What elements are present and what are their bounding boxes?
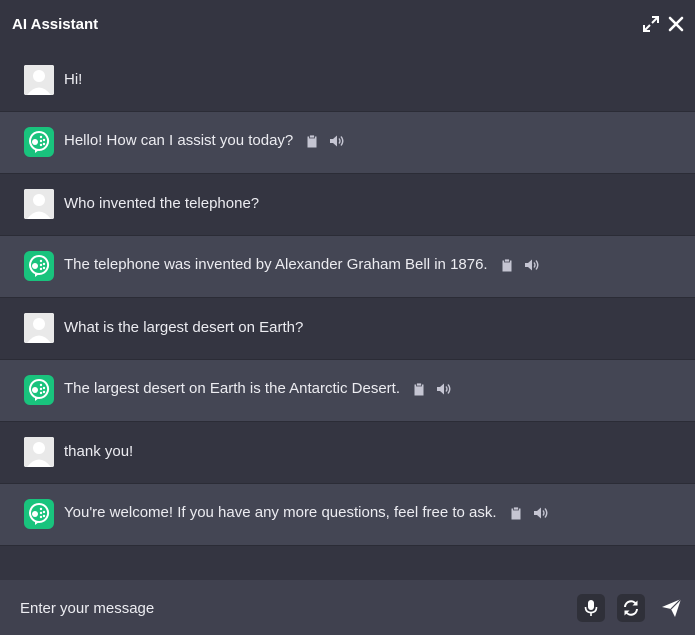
- assistant-message: The largest desert on Earth is the Antar…: [0, 360, 695, 422]
- speaker-icon[interactable]: [533, 506, 547, 520]
- speaker-icon[interactable]: [329, 134, 344, 148]
- clipboard-icon[interactable]: [412, 382, 426, 396]
- assistant-avatar: [24, 127, 54, 157]
- assistant-avatar: [24, 375, 54, 405]
- assistant-avatar: [24, 499, 54, 529]
- chat-window: AI Assistant Hi! Hello! How can I assist…: [0, 0, 695, 635]
- assistant-message: The telephone was invented by Alexander …: [0, 236, 695, 298]
- microphone-icon[interactable]: [577, 594, 605, 622]
- message-input[interactable]: [20, 598, 540, 618]
- clipboard-icon[interactable]: [500, 258, 514, 272]
- user-avatar: [24, 313, 54, 343]
- refresh-icon[interactable]: [617, 594, 645, 622]
- user-message: thank you!: [0, 422, 695, 484]
- close-icon[interactable]: [666, 14, 686, 34]
- message-list[interactable]: Hi! Hello! How can I assist you today? W…: [0, 50, 695, 580]
- user-avatar: [24, 65, 54, 95]
- speaker-icon[interactable]: [524, 258, 539, 272]
- message-text: What is the largest desert on Earth?: [64, 319, 304, 336]
- user-message: What is the largest desert on Earth?: [0, 298, 695, 360]
- user-avatar: [24, 437, 54, 467]
- message-row: The largest desert on Earth is the Antar…: [64, 380, 451, 397]
- assistant-avatar: [24, 251, 54, 281]
- assistant-message: You're welcome! If you have any more que…: [0, 484, 695, 546]
- message-text: You're welcome! If you have any more que…: [64, 504, 497, 521]
- user-message: Hi!: [0, 50, 695, 112]
- send-icon[interactable]: [658, 594, 686, 622]
- expand-icon[interactable]: [641, 14, 661, 34]
- message-text: Hello! How can I assist you today?: [64, 132, 294, 149]
- window-title: AI Assistant: [12, 16, 99, 33]
- message-row: You're welcome! If you have any more que…: [64, 504, 547, 521]
- message-row: Hello! How can I assist you today?: [64, 132, 344, 149]
- composer-bar: [0, 580, 695, 635]
- user-avatar: [24, 189, 54, 219]
- message-text: thank you!: [64, 443, 134, 460]
- speaker-icon[interactable]: [436, 382, 451, 396]
- message-text: Who invented the telephone?: [64, 195, 260, 212]
- message-text: Hi!: [64, 71, 83, 88]
- message-row: The telephone was invented by Alexander …: [64, 256, 539, 273]
- chat-header: AI Assistant: [0, 0, 695, 50]
- clipboard-icon[interactable]: [305, 134, 319, 148]
- message-text: The largest desert on Earth is the Antar…: [64, 380, 400, 397]
- assistant-message: Hello! How can I assist you today?: [0, 112, 695, 174]
- user-message: Who invented the telephone?: [0, 174, 695, 236]
- message-text: The telephone was invented by Alexander …: [64, 256, 488, 273]
- clipboard-icon[interactable]: [509, 506, 523, 520]
